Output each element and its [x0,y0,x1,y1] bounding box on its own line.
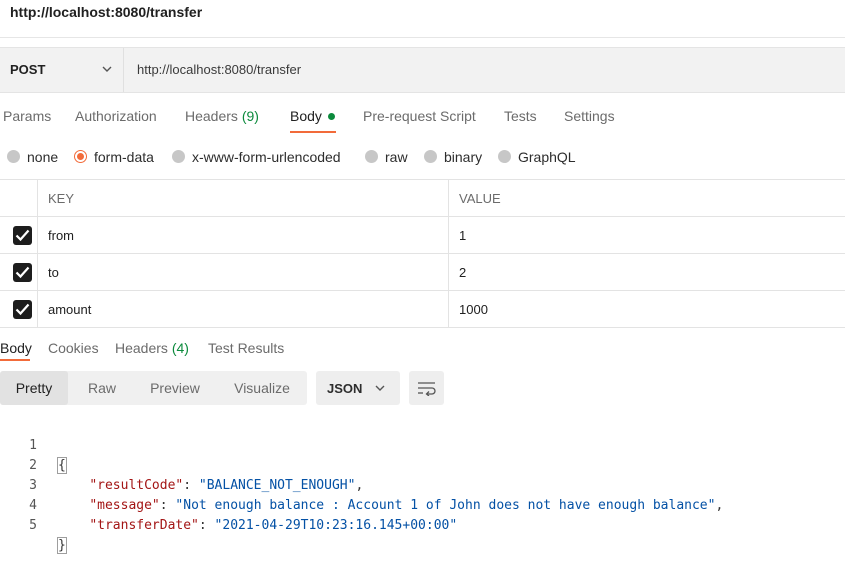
radio-graphql[interactable]: GraphQL [498,149,576,165]
tab-tests[interactable]: Tests [504,108,537,124]
view-pretty-button[interactable]: Pretty [0,371,68,405]
checkmark-icon [15,229,30,242]
request-tabs: Params Authorization Headers (9) Body Pr… [0,98,845,134]
row-key[interactable]: amount [48,302,91,317]
radio-label: binary [444,149,483,165]
radio-label: x-www-form-urlencoded [192,149,341,165]
radio-icon [365,149,378,163]
code-line: 1 { [0,416,845,474]
row-value[interactable]: 1000 [459,302,488,317]
window-title: http://localhost:8080/transfer [10,4,203,20]
checkmark-icon [15,266,30,279]
modified-dot-icon [327,112,335,120]
table-row: from 1 [0,217,845,254]
response-tab-headers[interactable]: Headers (4) [115,340,189,356]
code-line: 3 "message": "Not enough balance : Accou… [0,456,845,513]
column-divider [448,254,449,290]
table-header-check-cell [0,180,38,216]
response-tab-cookies[interactable]: Cookies [48,340,99,356]
row-checkbox[interactable] [13,263,32,282]
response-active-tab-indicator [0,359,30,361]
tab-body-label: Body [290,108,322,124]
tab-headers[interactable]: Headers (9) [185,108,259,124]
table-header-row: KEY VALUE [0,180,845,217]
column-header-key: KEY [48,191,75,206]
view-raw-button[interactable]: Raw [72,371,132,405]
row-key[interactable]: to [48,265,59,280]
chevron-down-icon [102,66,112,72]
row-check-cell [0,254,38,290]
radio-selected-icon [74,149,87,163]
radio-raw[interactable]: raw [365,149,408,165]
close-brace: } [57,537,67,554]
wrap-lines-button[interactable] [409,371,444,405]
response-body-code: 1 { 2 "resultCode": "BALANCE_NOT_ENOUGH"… [0,416,845,554]
radio-icon [424,149,437,163]
row-checkbox[interactable] [13,300,32,319]
window-title-bar: http://localhost:8080/transfer [0,0,845,38]
table-row: to 2 [0,254,845,291]
active-tab-indicator [290,131,336,133]
radio-binary[interactable]: binary [424,149,482,165]
row-checkbox[interactable] [13,226,32,245]
view-visualize-button[interactable]: Visualize [222,371,302,405]
tab-pre-request-script[interactable]: Pre-request Script [363,108,476,124]
row-check-cell [0,291,38,327]
radio-label: form-data [94,149,154,165]
response-tab-body[interactable]: Body [0,340,32,356]
row-value[interactable]: 2 [459,265,466,280]
request-url-bar: POST http://localhost:8080/transfer [0,47,845,93]
column-divider [448,217,449,253]
row-key[interactable]: from [48,228,74,243]
format-select[interactable]: JSON [316,371,400,405]
tab-settings[interactable]: Settings [564,108,615,124]
method-label: POST [10,62,46,77]
radio-icon [7,149,20,163]
radio-form-data[interactable]: form-data [74,149,154,165]
code-line: 2 "resultCode": "BALANCE_NOT_ENOUGH", [0,436,845,493]
url-input[interactable]: http://localhost:8080/transfer [137,62,301,77]
checkmark-icon [15,303,30,316]
code-line: 4 "transferDate": "2021-04-29T10:23:16.1… [0,476,845,533]
wrap-lines-icon [418,382,436,396]
body-type-radios: none form-data x-www-form-urlencoded raw… [0,146,845,170]
radio-label: raw [385,149,408,165]
tab-params[interactable]: Params [3,108,51,124]
response-tab-headers-count: (4) [171,340,189,356]
row-check-cell [0,217,38,253]
column-header-value: VALUE [459,191,501,206]
format-label: JSON [327,381,363,396]
radio-icon [498,149,511,163]
tab-headers-label: Headers [185,108,238,124]
radio-icon [172,149,185,163]
code-line: 5 } [0,496,845,554]
response-tabs: Body Cookies Headers (4) Test Results [0,330,845,360]
radio-label: GraphQL [518,149,576,165]
code-content: } [57,536,67,556]
column-divider [448,291,449,327]
tab-authorization[interactable]: Authorization [75,108,157,124]
view-preview-button[interactable]: Preview [138,371,212,405]
response-tab-test-results[interactable]: Test Results [208,340,284,356]
radio-x-www-form-urlencoded[interactable]: x-www-form-urlencoded [172,149,341,165]
tab-body[interactable]: Body [290,108,335,124]
table-row: amount 1000 [0,291,845,328]
column-divider [448,180,449,216]
code-content: "transferDate": "2021-04-29T10:23:16.145… [89,518,458,533]
chevron-down-icon [375,385,385,391]
line-number: 5 [29,518,37,533]
tab-headers-count: (9) [241,108,259,124]
radio-label: none [27,149,59,165]
radio-none[interactable]: none [7,149,58,165]
method-select[interactable]: POST [0,48,124,92]
row-value[interactable]: 1 [459,228,466,243]
form-data-table: KEY VALUE from 1 to 2 amount 1000 [0,179,845,328]
response-tab-headers-label: Headers [115,340,168,356]
view-mode-segmented-control: Pretty Raw Preview Visualize [0,371,307,405]
